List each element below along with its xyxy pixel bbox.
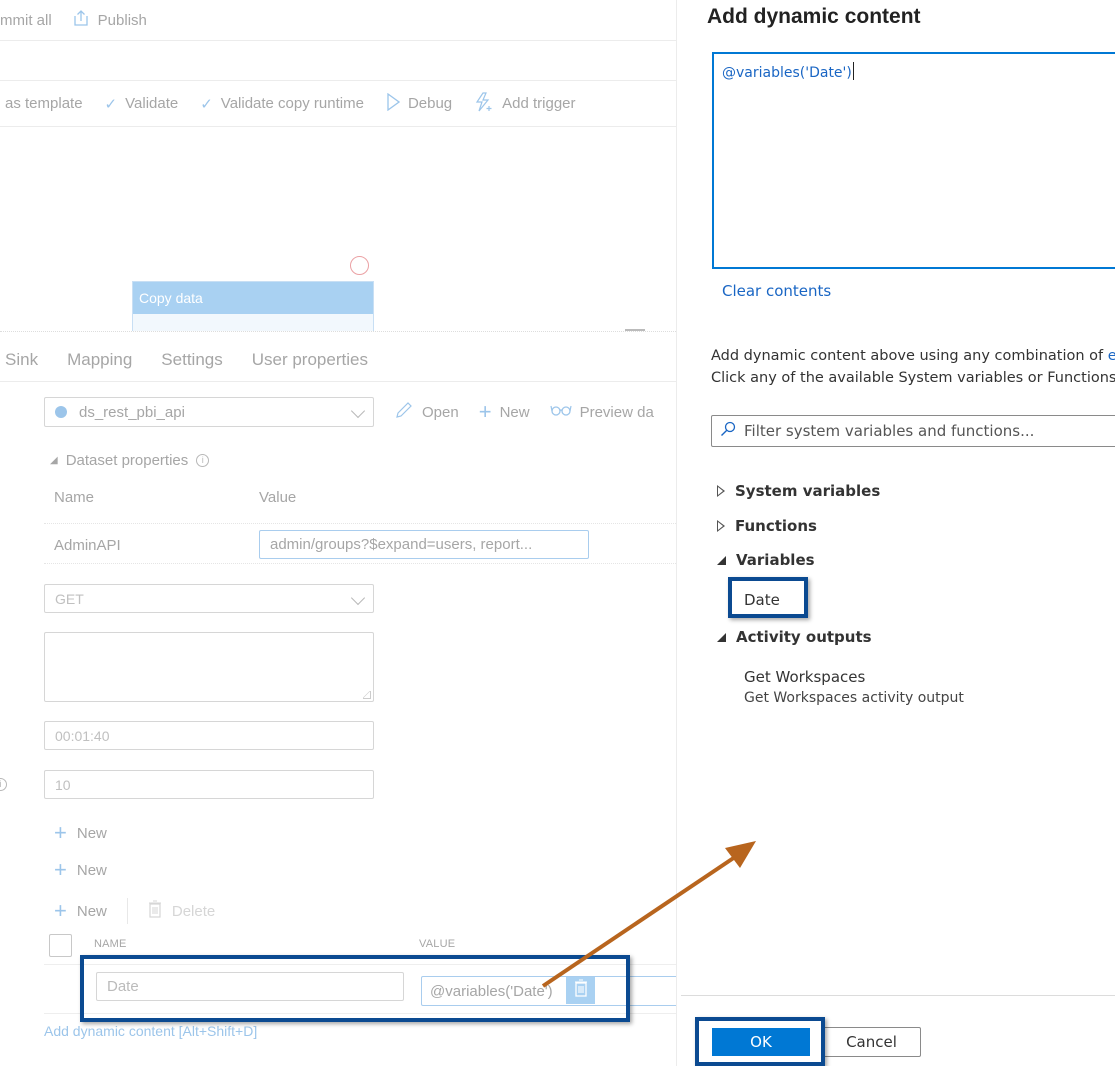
- info-icon: i: [196, 454, 210, 467]
- debug-button[interactable]: Debug: [386, 92, 452, 115]
- collapse-triangle-icon: [717, 632, 726, 642]
- chevron-down-icon: [350, 403, 366, 419]
- open-dataset-button[interactable]: Open: [394, 400, 459, 424]
- props-header-value: Value: [259, 489, 297, 506]
- request-body-textarea[interactable]: [44, 632, 374, 702]
- new-button[interactable]: + New: [54, 822, 107, 844]
- lightning-icon: [474, 91, 494, 116]
- collapse-triangle-icon: ◢: [50, 455, 58, 466]
- header-col-name: NAME: [94, 938, 127, 950]
- separator: [126, 898, 128, 924]
- tree-activity-outputs[interactable]: Activity outputs: [717, 628, 872, 646]
- help-text: Add dynamic content above using any comb…: [711, 345, 1115, 389]
- tree-functions[interactable]: Functions: [717, 517, 817, 535]
- panel-title: Add dynamic content: [707, 5, 921, 28]
- activity-status-circle-icon: [350, 256, 369, 275]
- select-all-checkbox[interactable]: [49, 934, 72, 957]
- pipeline-toolbar: as template ✓ Validate ✓ Validate copy r…: [0, 81, 676, 127]
- help-line-2: Click any of the available System variab…: [711, 370, 1115, 386]
- expressions-link[interactable]: ex: [1108, 348, 1115, 364]
- new-header-button: + New Delete: [54, 898, 215, 924]
- pipeline-canvas[interactable]: Copy data: [0, 128, 676, 331]
- trash-icon: [574, 979, 588, 1002]
- chevron-down-icon: [350, 590, 366, 606]
- validate-button[interactable]: ✓ Validate: [105, 95, 179, 113]
- tab-mapping[interactable]: Mapping: [67, 350, 132, 370]
- trash-icon: [148, 900, 162, 922]
- plus-icon: +: [54, 857, 67, 882]
- collapse-triangle-icon: [717, 555, 726, 565]
- expand-triangle-icon: [717, 485, 725, 497]
- checkmark-icon: ✓: [200, 95, 213, 113]
- pencil-icon: [394, 400, 414, 424]
- delete-header-button[interactable]: Delete: [148, 900, 215, 922]
- help-line-1: Add dynamic content above using any comb…: [711, 345, 1115, 367]
- dataset-globe-icon: [55, 406, 67, 418]
- header-name-input[interactable]: Date: [96, 972, 404, 1001]
- publish-icon: [72, 9, 90, 31]
- activity-tabs: Sink Mapping Settings User properties: [0, 338, 676, 382]
- header-value-input[interactable]: @variables('Date'): [421, 976, 676, 1006]
- new-dataset-button[interactable]: + New: [479, 401, 530, 423]
- props-header-name: Name: [54, 489, 95, 506]
- new-header-action[interactable]: + New: [54, 900, 107, 922]
- panel-resize-handle[interactable]: [625, 329, 645, 331]
- activity-output-subtitle: Get Workspaces activity output: [744, 690, 964, 706]
- add-dynamic-content-panel: Add dynamic content @variables('Date') C…: [676, 0, 1115, 1066]
- ok-button[interactable]: OK: [712, 1028, 810, 1056]
- footer-divider: [681, 995, 1115, 996]
- dataset-select[interactable]: ds_rest_pbi_api: [44, 397, 374, 427]
- divider: [44, 1013, 676, 1014]
- plus-icon: +: [478, 399, 492, 424]
- text-caret: [852, 62, 854, 80]
- dataset-properties-toggle[interactable]: ◢ Dataset properties i: [50, 452, 210, 469]
- header-col-value: VALUE: [419, 938, 456, 950]
- pipeline-tab-bar: [0, 41, 676, 81]
- plus-icon: +: [54, 820, 67, 845]
- tab-settings[interactable]: Settings: [161, 350, 222, 370]
- add-trigger-button[interactable]: Add trigger: [474, 91, 576, 116]
- expression-text: @variables('Date'): [722, 65, 852, 81]
- play-icon: [386, 92, 401, 115]
- variable-date[interactable]: Date: [744, 591, 780, 609]
- copy-data-activity[interactable]: Copy data: [132, 281, 374, 331]
- plus-icon: +: [54, 898, 67, 923]
- property-name: AdminAPI: [54, 537, 121, 554]
- glasses-icon: [549, 403, 572, 421]
- resize-grip-icon[interactable]: [363, 691, 371, 699]
- validate-copy-runtime-button[interactable]: ✓ Validate copy runtime: [200, 95, 364, 113]
- new-button[interactable]: + New: [54, 859, 107, 881]
- activity-output-title[interactable]: Get Workspaces: [744, 668, 865, 686]
- tab-user-properties[interactable]: User properties: [252, 350, 368, 370]
- expression-editor[interactable]: @variables('Date'): [712, 52, 1115, 269]
- cancel-button[interactable]: Cancel: [822, 1027, 921, 1057]
- commit-all-button[interactable]: mmit all: [0, 12, 52, 29]
- request-interval-input[interactable]: 10: [44, 770, 374, 799]
- preview-data-button[interactable]: Preview da: [549, 403, 654, 421]
- dataset-actions: Open + New Preview da: [394, 400, 666, 424]
- divider: [44, 563, 676, 564]
- tree-variables[interactable]: Variables: [717, 551, 815, 569]
- property-value-input[interactable]: admin/groups?$expand=users, report...: [259, 530, 589, 559]
- filter-input[interactable]: Filter system variables and functions...: [711, 415, 1115, 447]
- top-toolbar: mmit all Publish: [0, 0, 676, 41]
- request-timeout-input[interactable]: 00:01:40: [44, 721, 374, 750]
- info-icon: i: [0, 778, 7, 791]
- clear-contents-link[interactable]: Clear contents: [722, 282, 831, 300]
- save-as-template-button[interactable]: as template: [5, 95, 83, 112]
- request-method-select[interactable]: GET: [44, 584, 374, 613]
- expand-triangle-icon: [717, 520, 725, 532]
- pipeline-editor: mmit all Publish as template ✓ Validate …: [0, 0, 676, 1066]
- activity-title: Copy data: [133, 282, 373, 314]
- divider: [44, 523, 676, 524]
- canvas-divider: [0, 331, 676, 332]
- delete-row-button[interactable]: [566, 977, 595, 1004]
- divider: [44, 964, 676, 965]
- publish-button[interactable]: Publish: [72, 9, 147, 31]
- search-icon: [720, 421, 736, 441]
- add-dynamic-content-link[interactable]: Add dynamic content [Alt+Shift+D]: [44, 1023, 257, 1039]
- tab-sink[interactable]: Sink: [5, 350, 38, 370]
- tree-system-variables[interactable]: System variables: [717, 482, 880, 500]
- checkmark-icon: ✓: [104, 95, 118, 113]
